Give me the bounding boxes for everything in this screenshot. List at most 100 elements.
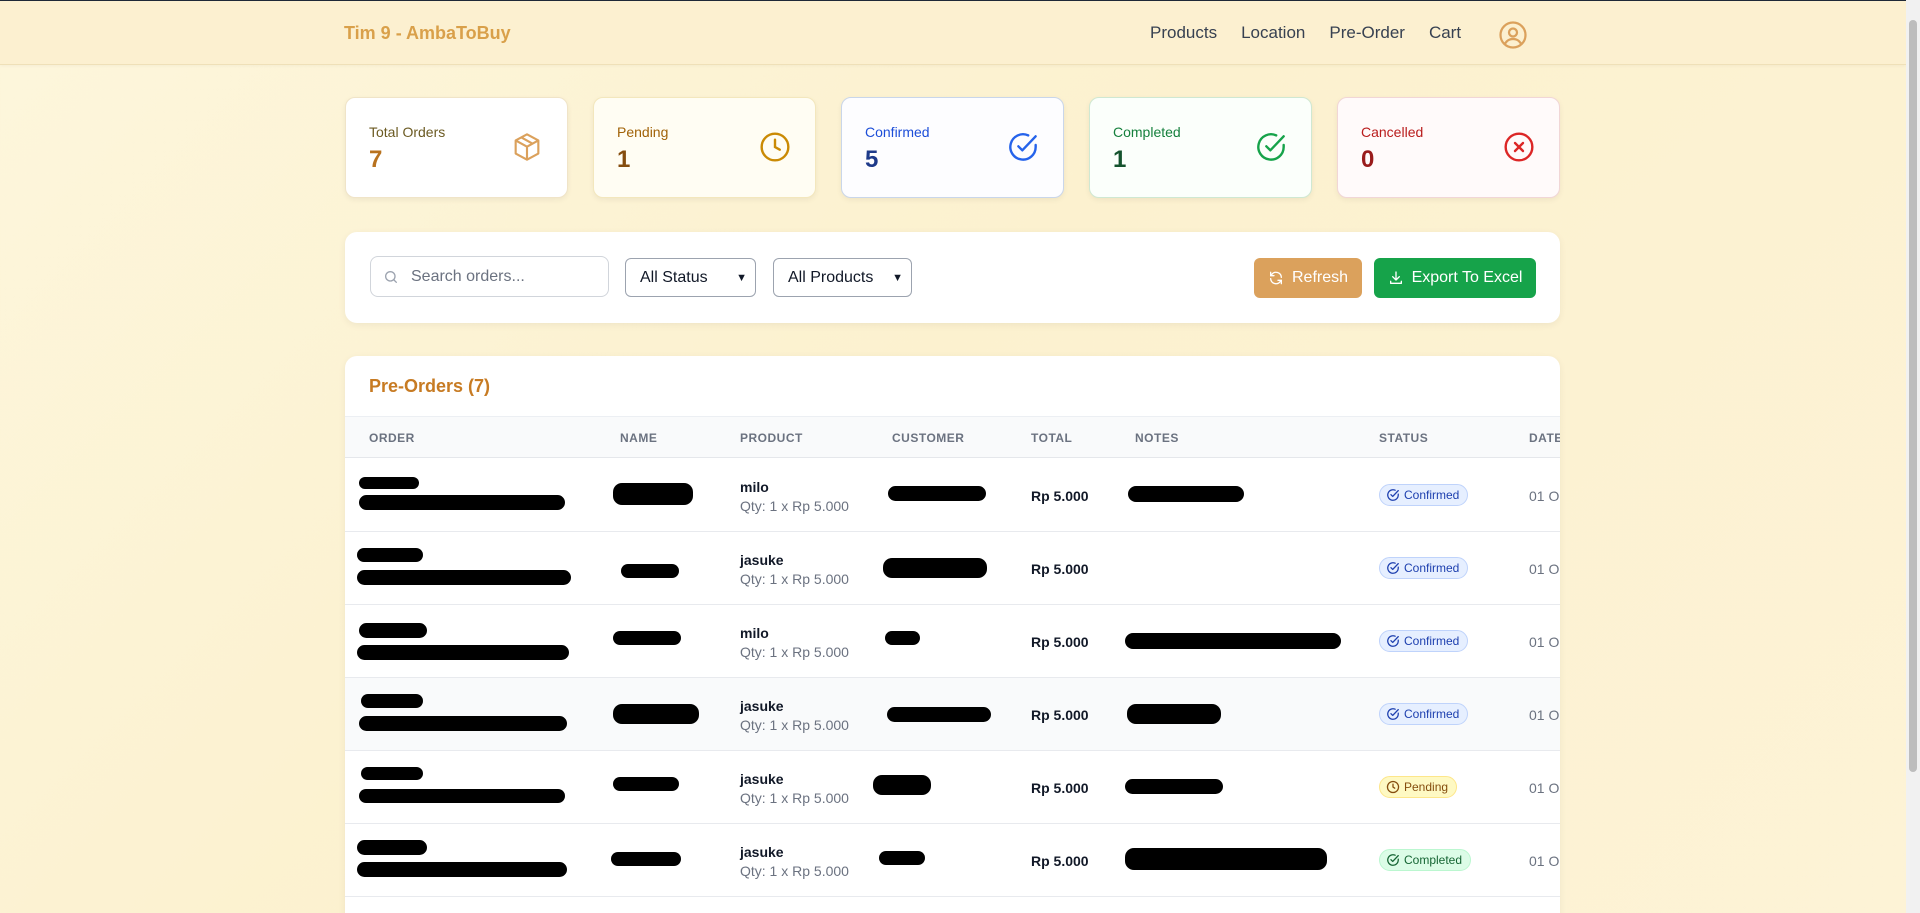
redacted-order-detail [357,570,571,585]
search-input[interactable] [411,265,601,289]
page-scrollbar[interactable] [1906,0,1920,913]
export-label: Export To Excel [1411,269,1523,286]
redacted-customer [887,707,991,722]
status-label: Confirmed [1404,561,1460,575]
stat-card-pending: Pending 1 [593,97,816,198]
redacted-name [613,704,699,724]
stat-value: 7 [369,146,383,173]
order-total: Rp 5.000 [1031,561,1089,577]
redacted-order-id [357,548,423,562]
redacted-order-id [361,767,423,780]
table-row[interactable]: jasuke Qty: 1 x Rp 5.000 Rp 5.000 Comple… [345,824,1560,897]
status-badge: Pending [1379,776,1458,798]
product-name: milo [740,479,769,495]
status-label: Confirmed [1404,488,1460,502]
chevron-down-icon: ▼ [736,271,747,284]
brand-logo-text[interactable]: Tim 9 - AmbaToBuy [344,23,511,44]
status-badge: Confirmed [1379,557,1469,579]
redacted-notes [1127,704,1221,724]
product-filter-value: All Products [788,268,874,286]
th-notes: NOTES [1135,431,1179,445]
order-date: 01 Ol [1529,488,1560,504]
th-product: PRODUCT [740,431,803,445]
status-filter-value: All Status [640,268,708,286]
stat-value: 0 [1361,146,1375,173]
table-row[interactable]: jasuke Qty: 1 x Rp 5.000 Rp 5.000 Pendin… [345,751,1560,824]
stat-value: 1 [1113,146,1127,173]
table-row[interactable]: jasuke Qty: 1 x Rp 5.000 Rp 5.000 Confir… [345,532,1560,605]
check-circle-icon [1387,854,1399,866]
check-circle-icon [1387,708,1399,720]
redacted-order-detail [357,862,567,877]
product-qty: Qty: 1 x Rp 5.000 [740,644,849,660]
product-qty: Qty: 1 x Rp 5.000 [740,717,849,733]
refresh-label: Refresh [1291,269,1349,286]
user-circle-icon[interactable] [1498,20,1528,50]
redacted-notes [1125,779,1223,794]
product-qty: Qty: 1 x Rp 5.000 [740,498,849,514]
search-icon [385,271,397,283]
product-qty: Qty: 1 x Rp 5.000 [740,790,849,806]
product-filter-select[interactable]: All Products ▼ [773,258,912,297]
nav-item-products[interactable]: Products [1150,23,1217,43]
order-total: Rp 5.000 [1031,488,1089,504]
redacted-customer [888,486,986,501]
nav-item-location[interactable]: Location [1241,23,1305,43]
table-row[interactable]: milo Qty: 1 x Rp 5.000 Rp 5.000 Confirme… [345,605,1560,678]
redacted-order-detail [359,495,565,510]
th-name: NAME [620,431,658,445]
table-row[interactable]: jasuke Qty: 1 x Rp 5.000 Rp 5.000 Confir… [345,678,1560,751]
stat-value: 5 [865,146,879,173]
product-qty: Qty: 1 x Rp 5.000 [740,571,849,587]
table-row[interactable]: milo Qty: 1 x Rp 5.000 Rp 5.000 Confirme… [345,459,1560,532]
refresh-button[interactable]: Refresh [1254,258,1362,298]
stat-label: Cancelled [1361,124,1424,140]
product-qty: Qty: 1 x Rp 5.000 [740,863,849,879]
nav-item-cart[interactable]: Cart [1429,23,1461,43]
order-date: 01 Ol [1529,707,1560,723]
redacted-name [613,777,679,791]
th-customer: CUSTOMER [892,431,965,445]
table-title: Pre-Orders (7) [369,376,491,396]
search-box[interactable] [370,256,609,297]
redacted-customer [885,631,920,645]
order-date: 01 Ol [1529,853,1560,869]
check-circle-icon [1387,635,1399,647]
check-circle-icon [1387,562,1399,574]
redacted-order-id [357,840,427,855]
redacted-order-id [359,477,419,489]
status-badge: Confirmed [1379,484,1469,506]
product-name: jasuke [740,844,784,860]
product-name: jasuke [740,771,784,787]
table-header: ORDER NAME PRODUCT CUSTOMER TOTAL NOTES … [345,416,1560,458]
order-date: 01 Ol [1529,561,1560,577]
chevron-down-icon: ▼ [892,271,903,284]
redacted-notes [1125,633,1341,649]
stat-label: Confirmed [865,124,930,140]
box-icon [514,133,540,161]
product-name: milo [740,625,769,641]
check-circle-icon [1009,133,1037,161]
navbar: Tim 9 - AmbaToBuy Products Location Pre-… [0,1,1906,65]
scrollbar-thumb[interactable] [1909,20,1917,772]
order-total: Rp 5.000 [1031,780,1089,796]
status-label: Confirmed [1404,634,1460,648]
status-label: Pending [1404,780,1449,794]
stat-label: Total Orders [369,124,446,140]
status-label: Completed [1404,853,1463,867]
stat-label: Completed [1113,124,1181,140]
stat-card-total-orders: Total Orders 7 [345,97,568,198]
nav-item-pre-order[interactable]: Pre-Order [1329,23,1405,43]
status-filter-select[interactable]: All Status ▼ [625,258,756,297]
redacted-order-id [361,694,423,708]
order-date: 01 Ol [1529,634,1560,650]
stat-card-cancelled: Cancelled 0 [1337,97,1560,198]
th-total: TOTAL [1031,431,1073,445]
order-total: Rp 5.000 [1031,707,1089,723]
export-excel-button[interactable]: Export To Excel [1374,258,1536,298]
stat-label: Pending [617,124,669,140]
redacted-name [613,483,693,505]
redacted-order-detail [359,789,565,803]
pre-orders-table-card: Pre-Orders (7) ORDER NAME PRODUCT CUSTOM… [345,356,1560,913]
stat-card-completed: Completed 1 [1089,97,1312,198]
